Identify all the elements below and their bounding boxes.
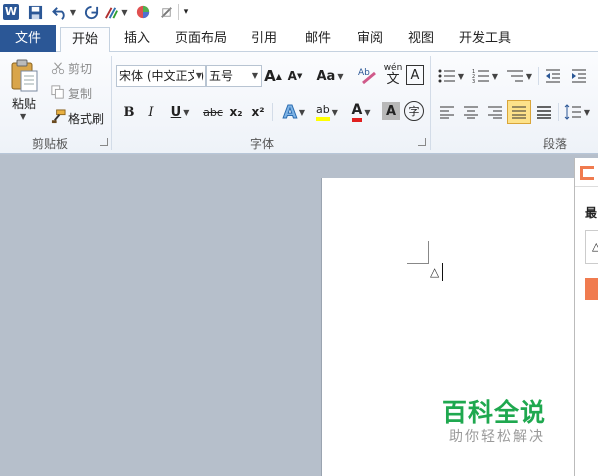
numbering-button[interactable]: 1 2 3 ▼ bbox=[470, 65, 500, 87]
clipboard-launcher-icon[interactable] bbox=[100, 138, 108, 146]
align-right-button[interactable] bbox=[484, 101, 506, 123]
qat-divider bbox=[178, 4, 179, 20]
paste-label: 粘贴 bbox=[12, 97, 37, 111]
pane-search-input[interactable]: △ bbox=[585, 230, 598, 264]
pane-action-button[interactable] bbox=[585, 278, 598, 300]
tab-page-layout[interactable]: 页面布局 bbox=[170, 27, 232, 52]
phonetic-char: 文 bbox=[386, 72, 400, 87]
pane-divider bbox=[575, 186, 598, 187]
character-shading-button[interactable]: A bbox=[382, 102, 400, 120]
svg-text:Ab: Ab bbox=[358, 68, 370, 78]
tab-view[interactable]: 视图 bbox=[400, 27, 442, 52]
decrease-indent-button[interactable] bbox=[542, 65, 564, 87]
tab-file[interactable]: 文件 bbox=[0, 25, 56, 52]
quick-access-toolbar: W ▼ ▼ ▾ bbox=[0, 0, 598, 25]
line-spacing-button[interactable]: ▼ bbox=[562, 101, 592, 123]
clear-format-icon[interactable] bbox=[156, 2, 176, 22]
phonetic-guide-button[interactable]: wén 文 bbox=[382, 63, 404, 87]
paintbrush-icon[interactable]: ▼ bbox=[104, 2, 128, 22]
watermark-subtitle: 助你轻松解决 bbox=[449, 429, 545, 445]
word-app-icon[interactable]: W bbox=[2, 2, 20, 22]
subscript-button[interactable]: x₂ bbox=[226, 101, 246, 123]
cut-button[interactable]: 剪切 bbox=[68, 60, 92, 77]
tab-references[interactable]: 引用 bbox=[244, 27, 284, 52]
customize-qat-icon[interactable]: ▾ bbox=[180, 2, 192, 22]
align-center-button[interactable] bbox=[460, 101, 482, 123]
color-wheel-icon[interactable] bbox=[134, 2, 152, 22]
paste-dropdown-icon[interactable]: ▼ bbox=[20, 112, 26, 121]
bullets-button[interactable]: ▼ bbox=[436, 65, 466, 87]
tab-insert[interactable]: 插入 bbox=[116, 27, 158, 52]
distributed-button[interactable] bbox=[533, 101, 555, 123]
crop-mark bbox=[428, 241, 429, 263]
tab-home[interactable]: 开始 bbox=[60, 27, 110, 53]
anchor-symbol: △ bbox=[430, 265, 440, 279]
clipboard-group-label: 剪贴板 bbox=[31, 137, 68, 151]
font-color-button[interactable]: A ▼ bbox=[346, 100, 376, 124]
group-divider bbox=[430, 56, 431, 150]
ribbon-tabs: 文件 开始 插入 页面布局 引用 邮件 审阅 视图 开发工具 bbox=[0, 25, 598, 53]
copy-icon bbox=[50, 84, 66, 100]
ribbon-home: 粘贴 ▼ 剪切 复制 格式刷 剪贴板 宋体 (中文正文) ▼ 五号 ▼ A ▲ A… bbox=[0, 52, 598, 154]
bold-button[interactable]: B bbox=[120, 101, 138, 123]
text-cursor-anchor: △ bbox=[430, 265, 439, 279]
save-icon[interactable] bbox=[25, 2, 45, 22]
svg-text:3: 3 bbox=[472, 79, 475, 84]
format-painter-icon bbox=[50, 108, 66, 124]
paste-button[interactable] bbox=[6, 56, 42, 96]
pane-logo-icon bbox=[578, 164, 596, 182]
character-border-button[interactable]: A bbox=[406, 65, 424, 85]
font-size-combo[interactable]: 五号 ▼ bbox=[206, 65, 262, 87]
side-task-pane: 最 △ bbox=[574, 158, 598, 476]
copy-button[interactable]: 复制 bbox=[68, 85, 92, 102]
enclose-characters-button[interactable]: 字 bbox=[404, 101, 424, 121]
redo-icon[interactable] bbox=[82, 2, 100, 22]
undo-icon[interactable]: ▼ bbox=[50, 2, 78, 22]
clear-formatting-button[interactable]: Ab bbox=[356, 64, 378, 86]
font-group-label: 字体 bbox=[249, 137, 274, 151]
watermark-title: 百科全说 bbox=[442, 398, 547, 427]
highlight-button[interactable]: ab ▼ bbox=[312, 100, 342, 124]
change-case-button[interactable]: Aa ▼ bbox=[316, 65, 344, 87]
para-row-divider bbox=[558, 103, 559, 121]
paragraph-group-label: 段落 bbox=[542, 137, 567, 151]
font-name-combo[interactable]: 宋体 (中文正文) ▼ bbox=[116, 65, 206, 87]
font-launcher-icon[interactable] bbox=[418, 138, 426, 146]
shrink-font-button[interactable]: A ▼ bbox=[286, 65, 304, 87]
pane-heading: 最 bbox=[585, 206, 598, 220]
font-row-divider bbox=[272, 103, 273, 121]
tab-mailings[interactable]: 邮件 bbox=[298, 27, 338, 52]
strikethrough-button[interactable]: abc bbox=[202, 101, 224, 123]
crop-mark bbox=[407, 263, 429, 264]
justify-button[interactable] bbox=[507, 100, 531, 124]
text-caret bbox=[442, 263, 443, 281]
multilevel-list-button[interactable]: ▼ bbox=[504, 65, 534, 87]
format-painter-button[interactable]: 格式刷 bbox=[68, 110, 104, 127]
font-name-value: 宋体 (中文正文) bbox=[119, 69, 205, 83]
italic-button[interactable]: I bbox=[142, 101, 160, 123]
increase-indent-button[interactable] bbox=[568, 65, 590, 87]
superscript-button[interactable]: x² bbox=[248, 101, 268, 123]
underline-button[interactable]: U ▼ bbox=[166, 101, 194, 123]
align-left-button[interactable] bbox=[436, 101, 458, 123]
tab-developer[interactable]: 开发工具 bbox=[454, 27, 516, 52]
font-size-value: 五号 bbox=[209, 69, 234, 83]
text-effects-button[interactable]: A ▼ bbox=[280, 100, 308, 124]
tab-review[interactable]: 审阅 bbox=[350, 27, 390, 52]
scissors-icon bbox=[50, 60, 66, 76]
para-row-divider bbox=[538, 67, 539, 85]
grow-font-button[interactable]: A ▲ bbox=[264, 65, 282, 87]
